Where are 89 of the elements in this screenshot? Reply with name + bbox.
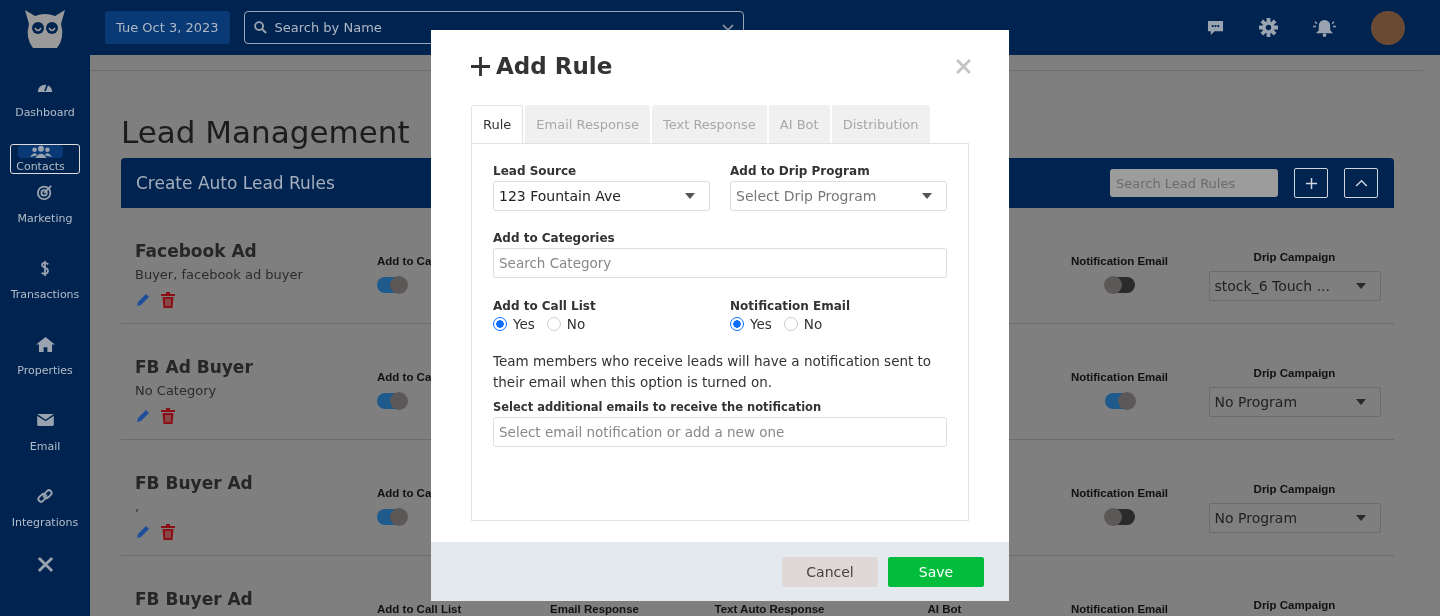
drip-campaign-dropdown[interactable]: stock_6 Touch ... — [1208, 271, 1381, 301]
drip-program-dropdown[interactable]: Select Drip Program — [730, 181, 947, 211]
column-label: Add to Ca — [377, 487, 432, 499]
drip-campaign-dropdown[interactable]: No Program — [1208, 503, 1381, 533]
email-notification-field[interactable]: Select email notification or add a new one — [493, 417, 947, 447]
pencil-icon[interactable] — [135, 292, 151, 308]
rule-name: FB Buyer Ad — [135, 473, 254, 493]
envelope-icon — [36, 414, 54, 426]
caret-icon — [685, 193, 695, 199]
rule-name: FB Buyer Ad — [135, 589, 254, 609]
caret-icon — [922, 193, 932, 199]
radio-option[interactable]: Yes — [730, 316, 772, 332]
trash-icon[interactable] — [161, 292, 175, 308]
house-icon — [35, 336, 55, 352]
chevron-down-icon — [721, 24, 734, 32]
sidebar-item[interactable]: Email — [22, 402, 68, 478]
toggle-switch[interactable] — [1104, 393, 1135, 409]
search-icon — [253, 21, 267, 34]
collapse-button[interactable] — [1344, 168, 1378, 198]
dollar-icon — [40, 259, 50, 277]
plus-icon — [471, 56, 490, 76]
panel-title: Create Auto Lead Rules — [136, 173, 335, 193]
caret-icon — [1355, 399, 1366, 405]
dialog-title: Add Rule — [496, 53, 613, 79]
caret-icon — [1355, 283, 1366, 289]
field-label: Select additional emails to receive the notification — [493, 400, 823, 414]
sidebar-item[interactable]: Contacts — [10, 144, 80, 174]
add-button[interactable] — [1294, 168, 1328, 198]
avatar[interactable] — [1371, 10, 1405, 45]
link-icon — [37, 488, 53, 504]
caret-icon — [1355, 515, 1366, 521]
rule-categories: Buyer, facebook ad buyer — [135, 267, 304, 283]
column-label: Notification Email — [1070, 487, 1169, 499]
chat-icon[interactable] — [1207, 19, 1224, 36]
sidebar-item[interactable]: Transactions — [10, 250, 80, 326]
column-label: Drip Campaign — [1253, 367, 1336, 379]
column-label: Drip Campaign — [1253, 251, 1336, 263]
column-label: Notification Email — [1070, 603, 1169, 615]
field-label: Add to Call List — [493, 299, 597, 313]
column-label: Notification Email — [1070, 255, 1169, 267]
toggle-switch[interactable] — [377, 393, 407, 409]
toggle-switch[interactable] — [1104, 509, 1135, 525]
radio-option[interactable]: No — [783, 316, 823, 332]
toggle-switch[interactable] — [377, 277, 407, 293]
column-label: Email Response — [550, 603, 639, 615]
cancel-button[interactable]: Cancel — [782, 556, 878, 587]
users-icon — [29, 145, 52, 158]
rule-categories: , — [135, 499, 141, 515]
sidebar-item[interactable]: Integrations — [11, 478, 79, 554]
column-label: Notification Email — [1070, 371, 1169, 383]
page-title: Lead Management — [121, 113, 410, 152]
column-label: Text Auto Response — [714, 603, 825, 615]
trash-icon[interactable] — [161, 524, 175, 540]
date-button[interactable]: Tue Oct 3, 2023 — [105, 11, 230, 44]
rule-name: FB Ad Buyer — [135, 357, 254, 377]
settings-icon[interactable] — [1259, 18, 1278, 37]
toggle-switch[interactable] — [377, 509, 407, 525]
radio-option[interactable]: No — [546, 316, 586, 332]
toggle-switch[interactable] — [1104, 277, 1135, 293]
sidebar-item[interactable]: Dashboard — [15, 68, 75, 144]
category-search-field[interactable]: Search Category — [493, 248, 947, 278]
field-label: Add to Drip Program — [730, 164, 871, 178]
field-label: Notification Email — [730, 299, 852, 313]
sidebar-item[interactable]: Properties — [17, 326, 73, 402]
lead-source-dropdown[interactable]: 123 Fountain Ave — [493, 181, 710, 211]
sidebar-item[interactable]: Marketing — [17, 174, 73, 250]
radio-option[interactable]: Yes — [493, 316, 535, 332]
chevron-up-icon — [1354, 179, 1368, 187]
column-label: Drip Campaign — [1253, 483, 1336, 495]
column-label: Add to Call List — [377, 603, 462, 615]
plus-icon — [1304, 176, 1318, 190]
tab[interactable]: Rule — [471, 105, 524, 144]
rule-name: Facebook Ad — [135, 241, 258, 261]
close-icon[interactable] — [956, 58, 971, 74]
field-label: Add to Categories — [493, 231, 616, 245]
search-field[interactable]: Search by Name — [243, 11, 744, 44]
bell-icon[interactable] — [1313, 18, 1336, 37]
trash-icon[interactable] — [161, 408, 175, 424]
pencil-icon[interactable] — [135, 408, 151, 424]
rule-categories: No Category — [135, 383, 218, 399]
notification-note: Team members who receive leads will have a notification sent to their email when this option is turned on. — [493, 352, 933, 392]
column-label: AI Bot — [927, 603, 962, 615]
target-icon — [37, 184, 53, 200]
drip-campaign-dropdown[interactable]: No Program — [1208, 387, 1381, 417]
column-label: Add to Ca — [377, 371, 432, 383]
pencil-icon[interactable] — [135, 524, 151, 540]
column-label: Add to Ca — [377, 255, 432, 267]
column-label: Drip Campaign — [1253, 599, 1336, 611]
field-label: Lead Source — [493, 164, 578, 178]
